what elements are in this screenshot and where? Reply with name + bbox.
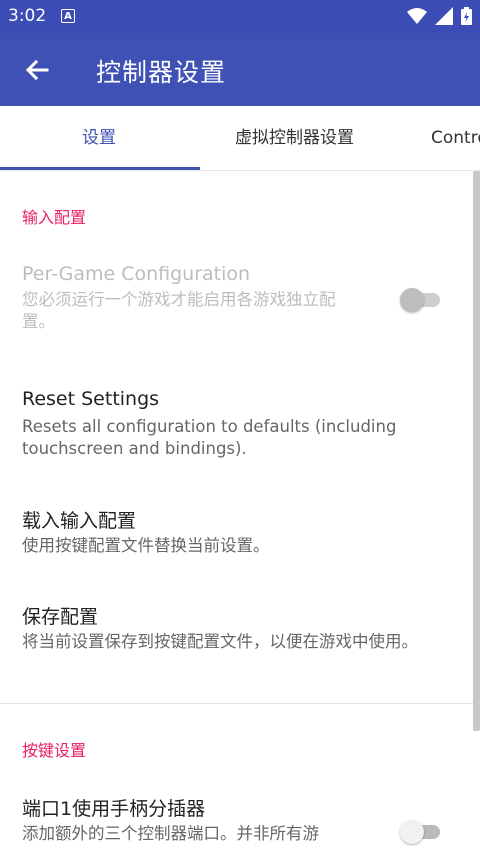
section-divider	[0, 703, 480, 704]
scrollbar[interactable]	[473, 171, 480, 731]
tab-bar: 设置 虚拟控制器设置 Contro	[0, 106, 480, 171]
tab-settings[interactable]: 设置	[82, 106, 116, 170]
back-button[interactable]	[20, 53, 54, 87]
setting-title: 载入输入配置	[22, 510, 137, 532]
port1-multitap-switch[interactable]	[400, 817, 444, 847]
per-game-config-switch	[400, 285, 444, 315]
battery-icon	[461, 7, 472, 25]
setting-title: Per-Game Configuration	[22, 263, 251, 285]
setting-subtitle: 使用按键配置文件替换当前设置。	[22, 536, 270, 555]
tab-indicator	[0, 167, 200, 170]
tab-controller[interactable]: Contro	[431, 106, 480, 170]
section-header-input-config: 输入配置	[22, 208, 87, 227]
setting-title: 端口1使用手柄分插器	[22, 798, 206, 820]
setting-subtitle: 将当前设置保存到按键配置文件，以便在游戏中使用。	[22, 632, 418, 651]
setting-title: 保存配置	[22, 606, 99, 628]
setting-subtitle: Resets all configuration to defaults (in…	[22, 417, 397, 458]
settings-list[interactable]: 输入配置 Per-Game Configuration 您必须运行一个游戏才能启…	[0, 171, 480, 853]
signal-icon	[435, 7, 453, 25]
section-header-button-settings: 按键设置	[22, 741, 87, 760]
tab-virtual-controller-settings[interactable]: 虚拟控制器设置	[235, 106, 354, 170]
setting-subtitle: 添加额外的三个控制器端口。并非所有游	[22, 824, 319, 843]
app-bar: 控制器设置	[0, 33, 480, 106]
notification-badge-icon: A	[61, 9, 75, 23]
page-title: 控制器设置	[96, 58, 227, 87]
status-time: 3:02	[8, 6, 47, 26]
arrow-left-icon	[25, 59, 49, 81]
wifi-icon	[407, 8, 427, 24]
setting-title: Reset Settings	[22, 388, 160, 410]
status-bar: 3:02 A	[0, 0, 480, 33]
setting-subtitle: 您必须运行一个游戏才能启用各游戏独立配置。	[22, 290, 336, 331]
